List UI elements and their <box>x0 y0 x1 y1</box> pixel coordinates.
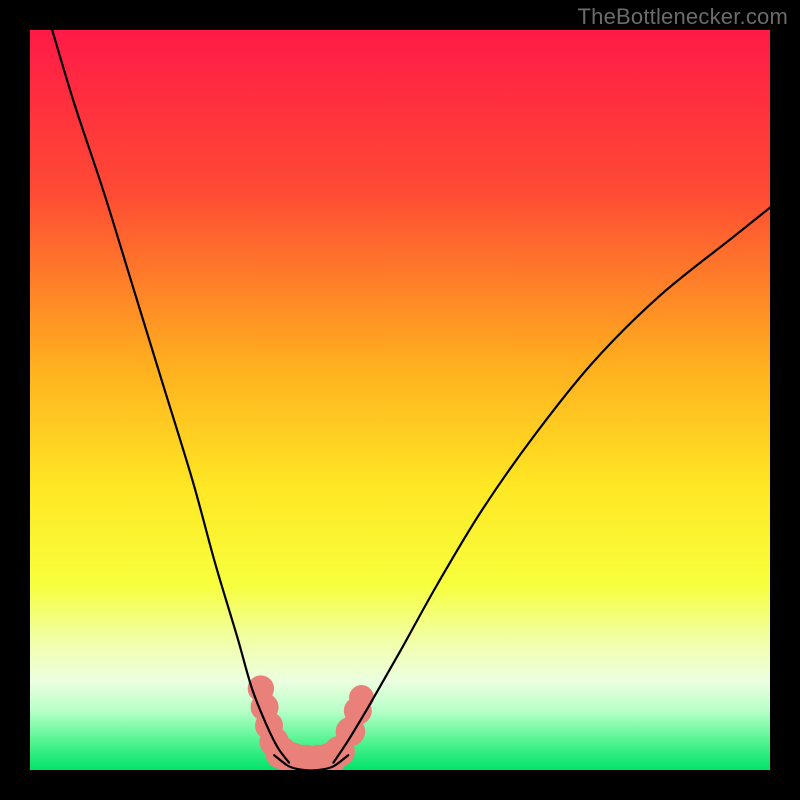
plot-area <box>30 30 770 770</box>
curve-right-branch <box>333 208 770 763</box>
outer-frame: TheBottlenecker.com <box>0 0 800 800</box>
marker-point <box>349 685 374 710</box>
curve-left-branch <box>52 30 289 763</box>
watermark-text: TheBottlenecker.com <box>578 4 788 30</box>
curve-layer <box>30 30 770 770</box>
